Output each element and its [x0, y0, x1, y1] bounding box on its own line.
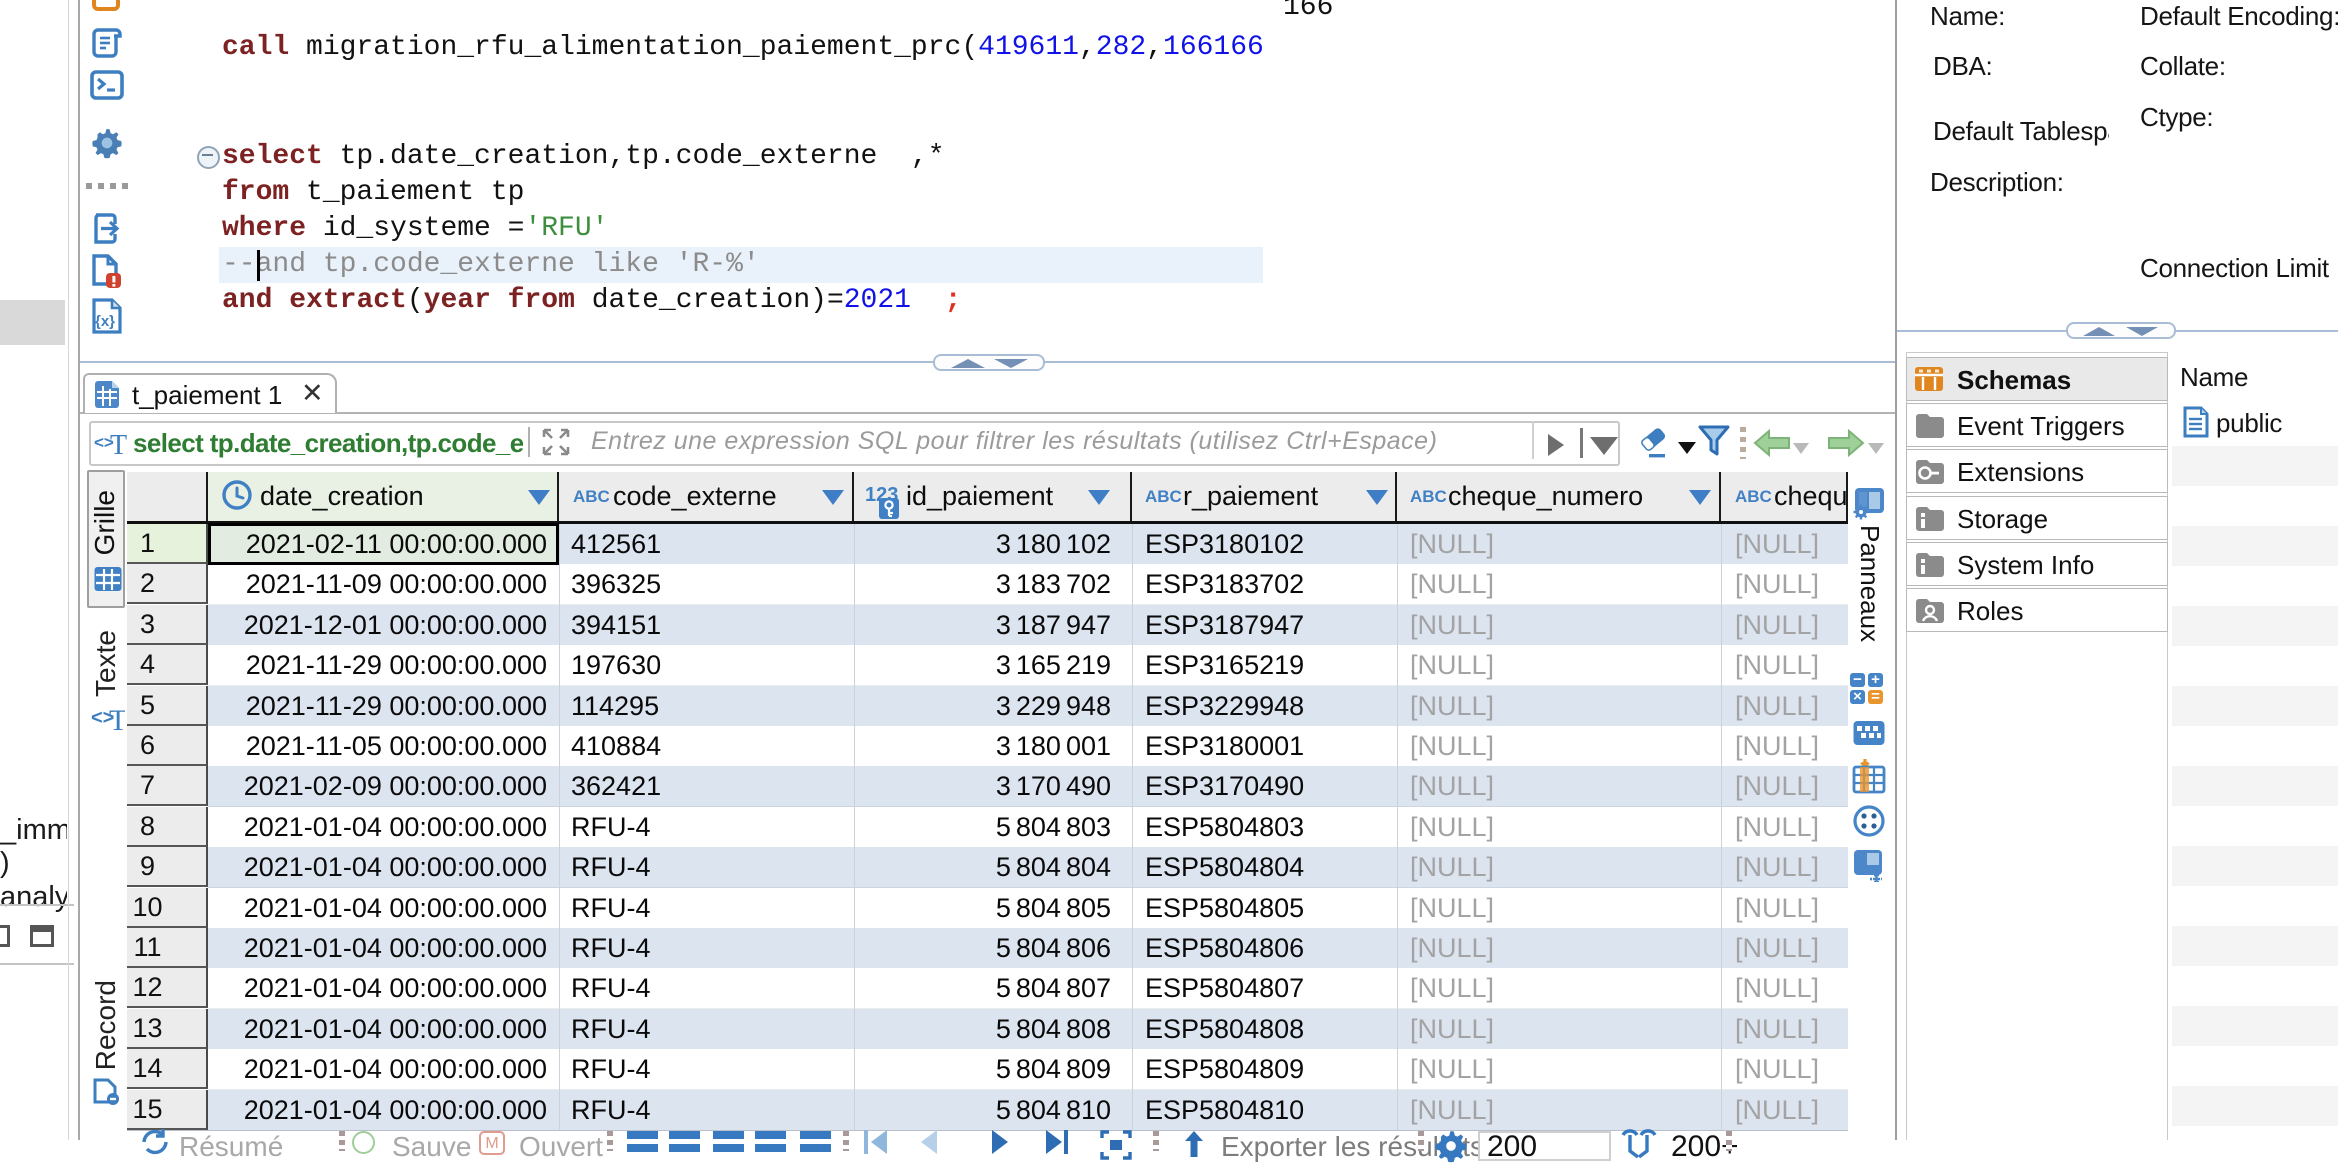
svg-text:T: T — [110, 430, 127, 458]
svg-text:T: T — [109, 704, 125, 736]
